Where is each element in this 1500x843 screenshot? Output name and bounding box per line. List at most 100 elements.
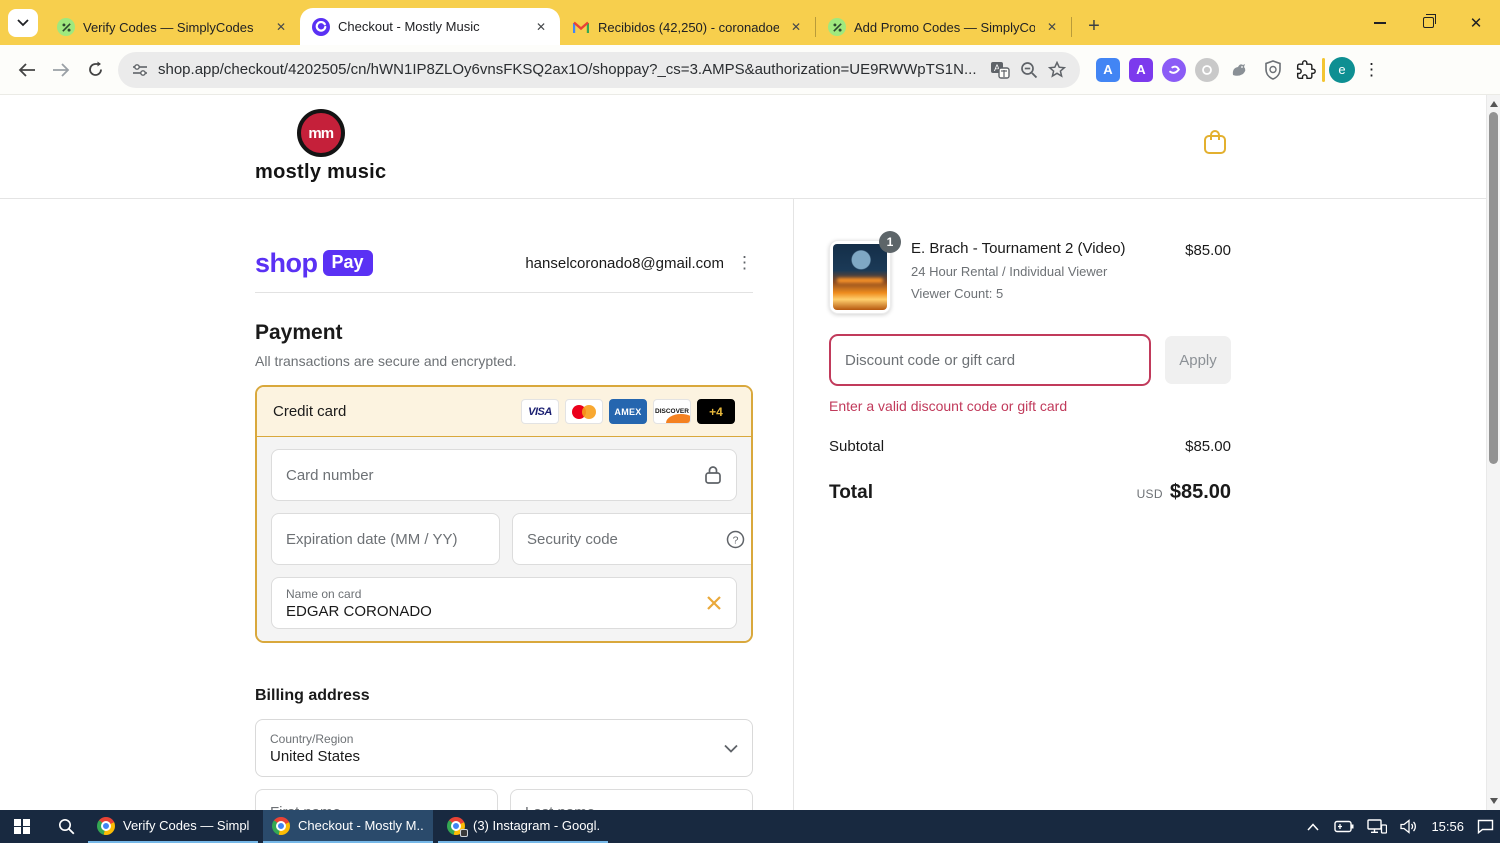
scroll-up-arrow[interactable] xyxy=(1487,97,1500,111)
tab-title: Checkout - Mostly Music xyxy=(338,19,480,34)
bookmark-star-icon[interactable] xyxy=(1048,61,1066,78)
browser-menu-button[interactable]: ⋮ xyxy=(1355,60,1388,80)
quantity-badge: 1 xyxy=(879,231,901,253)
tray-expand-button[interactable] xyxy=(1307,822,1320,831)
purple-a-extension-icon[interactable]: A xyxy=(1129,57,1153,82)
browser-tab-strip: Verify Codes — SimplyCodes ✕ Checkout - … xyxy=(0,0,1500,45)
name-on-card-value[interactable]: EDGAR CORONADO xyxy=(286,603,706,620)
tab-title: Add Promo Codes — SimplyCo xyxy=(854,19,1035,35)
country-value: United States xyxy=(270,747,361,765)
address-bar[interactable]: shop.app/checkout/4202505/cn/hWN1IP8ZLOy… xyxy=(118,51,1080,88)
close-icon[interactable]: ✕ xyxy=(1043,18,1061,36)
taskbar-search-button[interactable] xyxy=(44,810,88,843)
subtotal-label: Subtotal xyxy=(829,438,885,455)
divider xyxy=(255,292,753,293)
scroll-down-arrow[interactable] xyxy=(1487,794,1500,808)
first-name-field[interactable] xyxy=(255,789,498,810)
page-scrollbar[interactable] xyxy=(1486,95,1500,810)
close-icon[interactable]: ✕ xyxy=(787,18,805,36)
lock-icon xyxy=(705,466,721,484)
discount-code-input[interactable] xyxy=(845,351,1135,369)
simplycodes-extension-icon[interactable] xyxy=(1162,57,1186,82)
last-name-field[interactable] xyxy=(510,789,753,810)
site-settings-icon[interactable] xyxy=(132,63,148,77)
customer-email: hanselcoronado8@gmail.com xyxy=(525,254,724,272)
bird-extension-icon[interactable] xyxy=(1228,58,1252,82)
tab-search-button[interactable] xyxy=(8,9,38,37)
reload-button[interactable] xyxy=(78,53,112,87)
logo-monogram: mm xyxy=(308,124,334,142)
taskbar-item-instagram[interactable]: (3) Instagram - Googl... xyxy=(438,810,608,843)
amex-icon: AMEX xyxy=(609,399,647,424)
back-button[interactable] xyxy=(10,53,44,87)
product-viewer-count: Viewer Count: 5 xyxy=(911,286,1004,301)
security-code-input[interactable] xyxy=(527,530,726,548)
restore-icon xyxy=(1422,14,1436,28)
zoom-icon[interactable] xyxy=(1020,61,1038,79)
expiration-field[interactable] xyxy=(271,513,500,565)
cart-button[interactable] xyxy=(1202,128,1228,161)
discount-code-field[interactable] xyxy=(829,334,1151,386)
scrollbar-thumb[interactable] xyxy=(1489,112,1498,464)
product-image xyxy=(829,240,891,314)
payment-method-label: Credit card xyxy=(273,403,347,420)
battery-icon[interactable] xyxy=(1332,820,1354,833)
chevron-down-icon xyxy=(17,19,29,27)
simplycodes-icon xyxy=(57,18,75,36)
extensions-puzzle-icon[interactable] xyxy=(1294,58,1318,82)
card-number-input[interactable] xyxy=(286,466,704,484)
apply-discount-button[interactable]: Apply xyxy=(1165,336,1231,384)
total-currency: USD xyxy=(1136,487,1163,501)
shop-wordmark: shop xyxy=(255,247,318,278)
security-code-field[interactable]: ? xyxy=(512,513,751,565)
minimize-icon xyxy=(1374,21,1386,24)
translate-page-icon[interactable]: A xyxy=(990,61,1010,79)
tab-title: Recibidos (42,250) - coronadoe xyxy=(598,19,779,35)
payment-heading: Payment xyxy=(255,321,343,344)
close-icon[interactable]: ✕ xyxy=(272,18,290,36)
shop-pay-logo: shop Pay xyxy=(255,248,373,279)
taskbar-item-checkout[interactable]: Checkout - Mostly M... xyxy=(263,810,433,843)
gray-circle-extension-icon[interactable] xyxy=(1195,57,1219,82)
name-on-card-field[interactable]: Name on card EDGAR CORONADO xyxy=(271,577,737,629)
close-icon[interactable]: ✕ xyxy=(532,18,550,36)
start-button[interactable] xyxy=(0,810,44,843)
name-on-card-label: Name on card xyxy=(286,586,362,601)
more-cards-badge: +4 xyxy=(697,399,735,424)
close-icon: ✕ xyxy=(1469,14,1483,32)
forward-button[interactable] xyxy=(44,53,78,87)
url-text[interactable]: shop.app/checkout/4202505/cn/hWN1IP8ZLOy… xyxy=(158,61,980,78)
expiration-input[interactable] xyxy=(286,530,485,548)
new-tab-button[interactable]: + xyxy=(1080,12,1108,40)
order-line-item: 1 E. Brach - Tournament 2 (Video) 24 Hou… xyxy=(829,231,1231,314)
tab-gmail-inbox[interactable]: Recibidos (42,250) - coronadoe ✕ xyxy=(560,9,815,45)
credit-card-option[interactable]: Credit card VISA AMEX DISCOVER +4 xyxy=(257,387,751,437)
action-center-button[interactable] xyxy=(1477,819,1494,834)
product-price: $85.00 xyxy=(1185,242,1231,259)
translate-extension-icon[interactable]: A xyxy=(1096,57,1120,82)
checkout-page: mm mostly music shop Pay hanselcoronado8… xyxy=(0,95,1500,810)
notification-badge xyxy=(460,828,468,837)
volume-icon[interactable] xyxy=(1400,819,1418,834)
network-icon[interactable] xyxy=(1367,819,1388,834)
tab-add-promo-codes[interactable]: Add Promo Codes — SimplyCo ✕ xyxy=(816,9,1071,45)
card-number-field[interactable] xyxy=(271,449,737,501)
tab-verify-codes[interactable]: Verify Codes — SimplyCodes ✕ xyxy=(45,9,300,45)
profile-avatar[interactable]: e xyxy=(1329,56,1355,83)
shield-extension-icon[interactable] xyxy=(1261,58,1285,82)
help-icon[interactable]: ? xyxy=(726,530,745,549)
store-brand[interactable]: mm mostly music xyxy=(255,109,386,184)
account-menu-button[interactable]: ⋮ xyxy=(736,253,753,273)
clear-field-icon[interactable] xyxy=(706,595,722,611)
taskbar-item-verify-codes[interactable]: Verify Codes — Simpl... xyxy=(88,810,258,843)
shop-app-icon xyxy=(312,17,330,36)
tab-checkout-mostly-music[interactable]: Checkout - Mostly Music ✕ xyxy=(300,8,560,45)
window-minimize-button[interactable] xyxy=(1356,0,1404,45)
window-close-button[interactable]: ✕ xyxy=(1452,0,1500,45)
chrome-icon xyxy=(97,816,115,835)
store-logo: mm xyxy=(296,109,345,157)
country-select[interactable]: Country/Region United States xyxy=(255,719,753,777)
clock[interactable]: 15:56 xyxy=(1431,819,1464,834)
window-restore-button[interactable] xyxy=(1404,0,1452,45)
chrome-icon xyxy=(447,816,468,837)
